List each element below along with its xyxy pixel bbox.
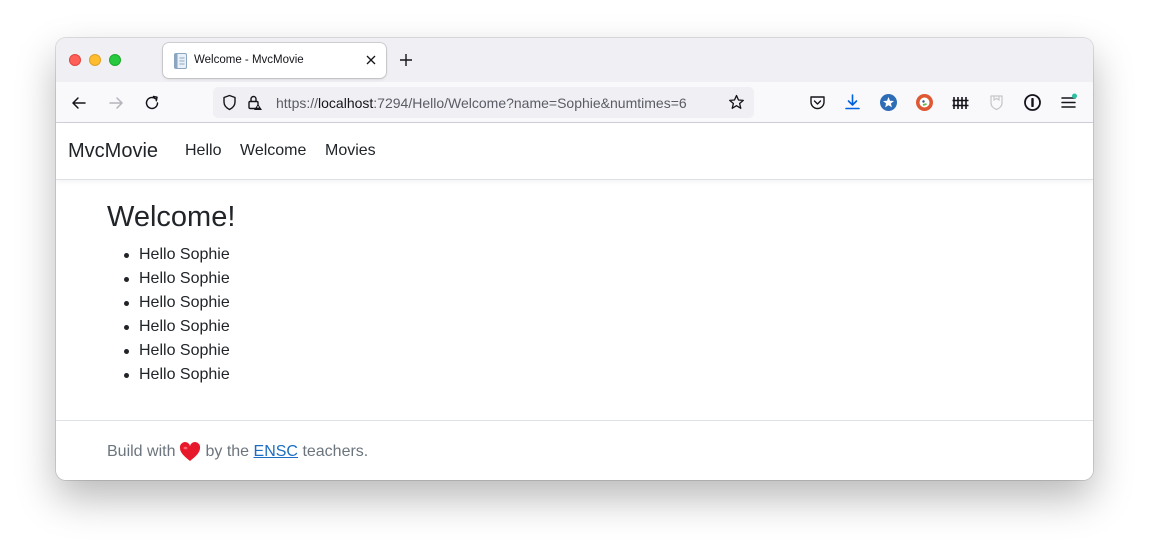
url-bar[interactable]: https://localhost:7294/Hello/Welcome?nam… [213, 87, 754, 118]
list-item: Hello Sophie [121, 363, 230, 387]
ghost-shield-icon[interactable] [987, 93, 1006, 112]
nav-link-hello[interactable]: Hello [185, 142, 221, 160]
plus-icon[interactable] [398, 52, 414, 68]
browser-window: Welcome - MvcMovie https://localhost:729… [56, 38, 1093, 480]
pocket-icon[interactable] [808, 93, 827, 112]
download-icon[interactable] [843, 93, 862, 112]
list-item: Hello Sophie [121, 339, 230, 363]
onepassword-icon[interactable] [1023, 93, 1042, 112]
nav-link-welcome[interactable]: Welcome [240, 142, 306, 160]
extension-star-icon[interactable] [879, 93, 898, 112]
list-item: Hello Sophie [121, 267, 230, 291]
footer-middle: by the [205, 443, 250, 460]
footer-prefix: Build with [107, 443, 176, 460]
list-item: Hello Sophie [121, 243, 230, 267]
browser-toolbar: https://localhost:7294/Hello/Welcome?nam… [56, 82, 1093, 123]
greeting-list: Hello Sophie Hello Sophie Hello Sophie H… [121, 243, 230, 387]
forward-icon[interactable] [107, 94, 125, 112]
list-item: Hello Sophie [121, 291, 230, 315]
main-content: Welcome! Hello Sophie Hello Sophie Hello… [107, 201, 236, 383]
ensc-link[interactable]: ENSC [254, 443, 298, 461]
nav-link-movies[interactable]: Movies [325, 142, 376, 160]
site-brand[interactable]: MvcMovie [68, 140, 158, 163]
page-heading: Welcome! [107, 201, 236, 233]
url-host: localhost [318, 95, 374, 111]
duckduckgo-icon[interactable] [915, 93, 934, 112]
tab-title: Welcome - MvcMovie [194, 54, 304, 66]
star-icon[interactable] [728, 94, 745, 111]
zoom-window-button[interactable] [109, 54, 121, 66]
tab-strip: Welcome - MvcMovie [56, 38, 1093, 82]
url-text[interactable]: https://localhost:7294/Hello/Welcome?nam… [276, 95, 687, 111]
minimize-window-button[interactable] [89, 54, 101, 66]
reload-icon[interactable] [143, 94, 161, 112]
lock-icon[interactable] [246, 94, 263, 111]
back-icon[interactable] [70, 94, 88, 112]
url-protocol: https:// [276, 95, 319, 111]
page-favicon [174, 53, 187, 69]
url-path: :7294/Hello/Welcome?name=Sophie&numtimes… [373, 95, 687, 111]
fence-icon[interactable] [951, 93, 970, 112]
close-icon[interactable] [364, 53, 378, 67]
menu-icon[interactable] [1059, 93, 1078, 112]
tab-welcome[interactable]: Welcome - MvcMovie [163, 43, 386, 78]
list-item: Hello Sophie [121, 315, 230, 339]
page-viewport: MvcMovie Hello Welcome Movies Welcome! H… [56, 123, 1093, 480]
close-window-button[interactable] [69, 54, 81, 66]
footer-text: Build with by the ENSC teachers. [107, 442, 368, 462]
heart-icon [180, 442, 201, 461]
shield-icon[interactable] [221, 94, 238, 111]
site-navbar: MvcMovie Hello Welcome Movies [56, 123, 1093, 180]
footer-suffix: teachers. [302, 443, 369, 460]
site-footer: Build with by the ENSC teachers. [56, 420, 1093, 480]
